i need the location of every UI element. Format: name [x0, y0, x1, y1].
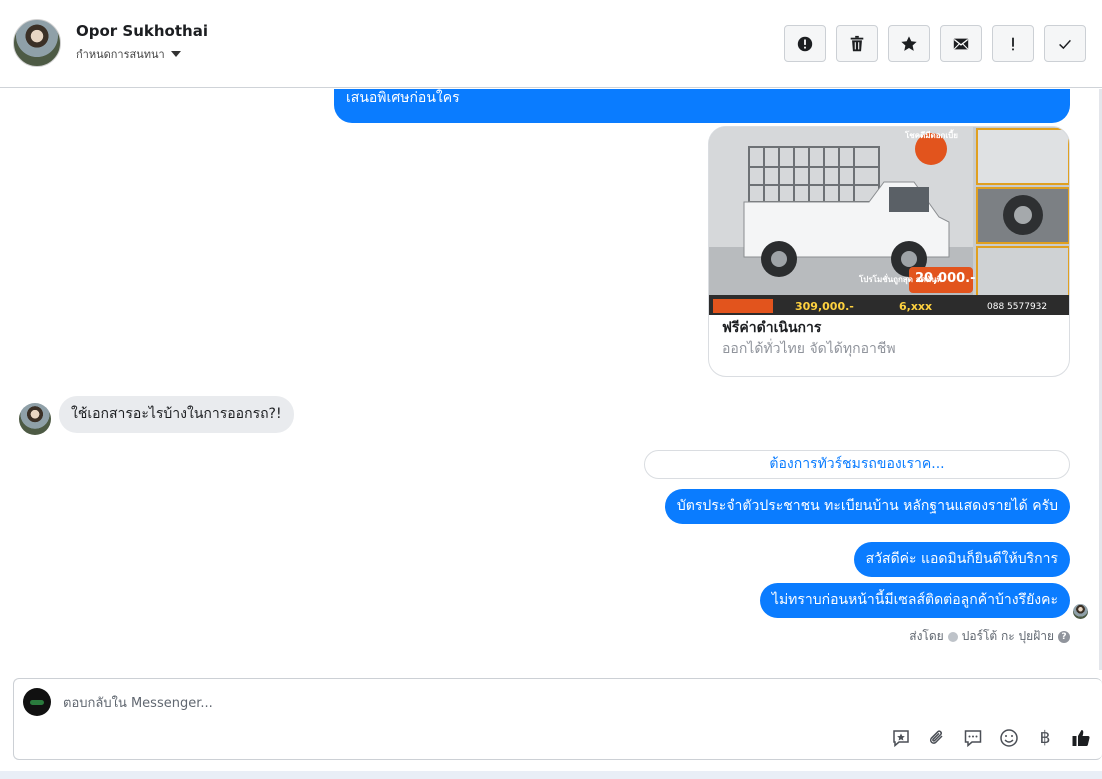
page-avatar: [23, 688, 51, 716]
star-button[interactable]: [888, 25, 930, 62]
saved-reply-icon: [893, 730, 909, 748]
discount-text: 20,000.-: [915, 271, 976, 286]
sent-by-label: ส่งโดย: [909, 629, 944, 643]
outgoing-message: ไม่ทราบก่อนหน้านี้มีเซลส์ติดต่อลูกค้าบ้า…: [759, 583, 1070, 618]
delete-button[interactable]: [836, 25, 878, 62]
contact-name[interactable]: Opor Sukhothai: [76, 22, 208, 40]
report-button[interactable]: [784, 25, 826, 62]
outgoing-message: สวัสดีค่ะ แอดมินก็ยินดีให้บริการ: [853, 542, 1070, 577]
caret-down-icon: [170, 51, 181, 57]
messenger-window: Opor Sukhothai กำหนดการสนทนา เสนอพิเศษก่…: [0, 0, 1102, 779]
emoji-button[interactable]: [998, 727, 1020, 749]
emoji-icon: [1000, 729, 1018, 747]
outgoing-message: เสนอพิเศษก่อนใคร: [334, 89, 1070, 123]
sent-by-name[interactable]: ปอร์โต้ กะ ปุยฝ้าย: [962, 627, 1054, 646]
like-icon: [1072, 730, 1090, 746]
incoming-message: ใช้เอกสารอะไรบ้างในการออกรถ?!: [59, 396, 294, 433]
conversation-settings-dropdown[interactable]: กำหนดการสนทนา: [76, 45, 181, 63]
price-text: 309,000.-: [795, 300, 854, 313]
reply-input[interactable]: [63, 693, 863, 713]
attachment-icon: [929, 730, 943, 744]
link-preview-card[interactable]: โชคดีมีดอกเบี้ย โปรโมชั่นถูกสุด ลดทันที …: [708, 126, 1070, 377]
baht-icon: ฿: [1039, 728, 1051, 748]
sent-by-info: ส่งโดย ปอร์โต้ กะ ปุยฝ้าย ?: [909, 627, 1070, 646]
verified-icon: [947, 631, 958, 642]
alert-circle-icon: [797, 36, 813, 51]
trash-icon: [850, 35, 864, 51]
payment-button[interactable]: ฿: [1034, 727, 1056, 749]
down-payment-text: 6,xxx: [899, 300, 933, 313]
outgoing-message: บัตรประจำตัวประชาชน ทะเบียนบ้าน หลักฐานแ…: [664, 489, 1070, 524]
help-icon[interactable]: ?: [1058, 630, 1070, 643]
badge-text: โชคดีมีดอกเบี้ย: [905, 131, 958, 140]
card-title: ฟรีค่าดำเนินการ: [722, 320, 822, 336]
card-description: ออกได้ทั่วไทย จัดได้ทุกอาชีพ: [722, 341, 896, 357]
chat-bubble-icon: [964, 730, 982, 748]
conversation-settings-label: กำหนดการสนทนา: [76, 48, 165, 61]
phone-text: 088 5577932: [987, 302, 1048, 312]
bottom-strip: [0, 771, 1102, 779]
exclamation-icon: [1012, 37, 1014, 50]
sender-avatar[interactable]: [19, 403, 51, 435]
mark-unread-button[interactable]: [940, 25, 982, 62]
check-icon: [1059, 39, 1071, 49]
like-button[interactable]: [1070, 727, 1092, 749]
header-actions: [784, 25, 1086, 62]
quick-reply-button[interactable]: ต้องการทัวร์ชมรถของเราค...: [644, 450, 1070, 479]
read-receipt-avatar: [1073, 604, 1088, 619]
composer-tools: ฿: [890, 727, 1092, 749]
mark-done-button[interactable]: [1044, 25, 1086, 62]
contact-avatar[interactable]: [13, 19, 61, 67]
chat-button[interactable]: [962, 727, 984, 749]
conversation-header: Opor Sukhothai กำหนดการสนทนา: [0, 0, 1102, 88]
saved-reply-button[interactable]: [890, 727, 912, 749]
card-image: โชคดีมีดอกเบี้ย โปรโมชั่นถูกสุด ลดทันที …: [709, 127, 1069, 315]
important-button[interactable]: [992, 25, 1034, 62]
truck-ad-image: [709, 127, 1069, 315]
star-icon: [901, 35, 917, 51]
envelope-icon: [953, 38, 969, 49]
reply-composer: ฿: [13, 678, 1102, 760]
attach-button[interactable]: [926, 727, 948, 749]
message-thread[interactable]: เสนอพิเศษก่อนใคร โชคดีมีดอกเบี้ย โปรโมชั…: [0, 89, 1102, 670]
